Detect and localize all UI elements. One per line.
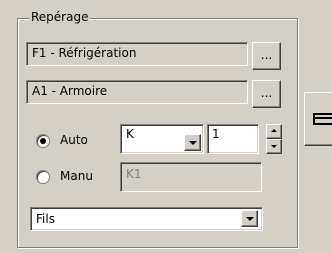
- manu-radio[interactable]: [36, 170, 50, 184]
- prefix-combo[interactable]: K: [120, 124, 204, 154]
- fils-select[interactable]: Fils: [30, 207, 263, 231]
- auto-label: Auto: [60, 133, 88, 147]
- auto-radio[interactable]: [36, 134, 50, 148]
- ref2-field[interactable]: A1 - Armoire: [26, 80, 248, 104]
- number-value: 1: [212, 127, 220, 141]
- ref2-browse-button[interactable]: ...: [252, 80, 281, 108]
- ref2-value: A1 - Armoire: [32, 84, 108, 98]
- spin-down-icon[interactable]: [266, 139, 282, 154]
- chevron-down-icon[interactable]: [184, 134, 201, 151]
- number-input[interactable]: 1: [207, 124, 259, 154]
- ref1-browse-button[interactable]: ...: [252, 42, 281, 70]
- spin-up-icon[interactable]: [266, 124, 282, 139]
- ref1-field[interactable]: F1 - Réfrigération: [26, 42, 248, 66]
- fils-value: Fils: [36, 212, 55, 226]
- ref1-value: F1 - Réfrigération: [32, 46, 137, 60]
- side-list-button[interactable]: [304, 92, 332, 146]
- list-lines-icon: [313, 113, 332, 125]
- manu-label: Manu: [60, 169, 93, 183]
- group-title: Repérage: [29, 10, 91, 24]
- manual-value-field[interactable]: K1: [120, 162, 262, 192]
- prefix-value: K: [126, 127, 134, 141]
- manual-value: K1: [126, 167, 142, 181]
- chevron-down-icon[interactable]: [241, 210, 258, 227]
- radio-selected-dot: [40, 138, 46, 144]
